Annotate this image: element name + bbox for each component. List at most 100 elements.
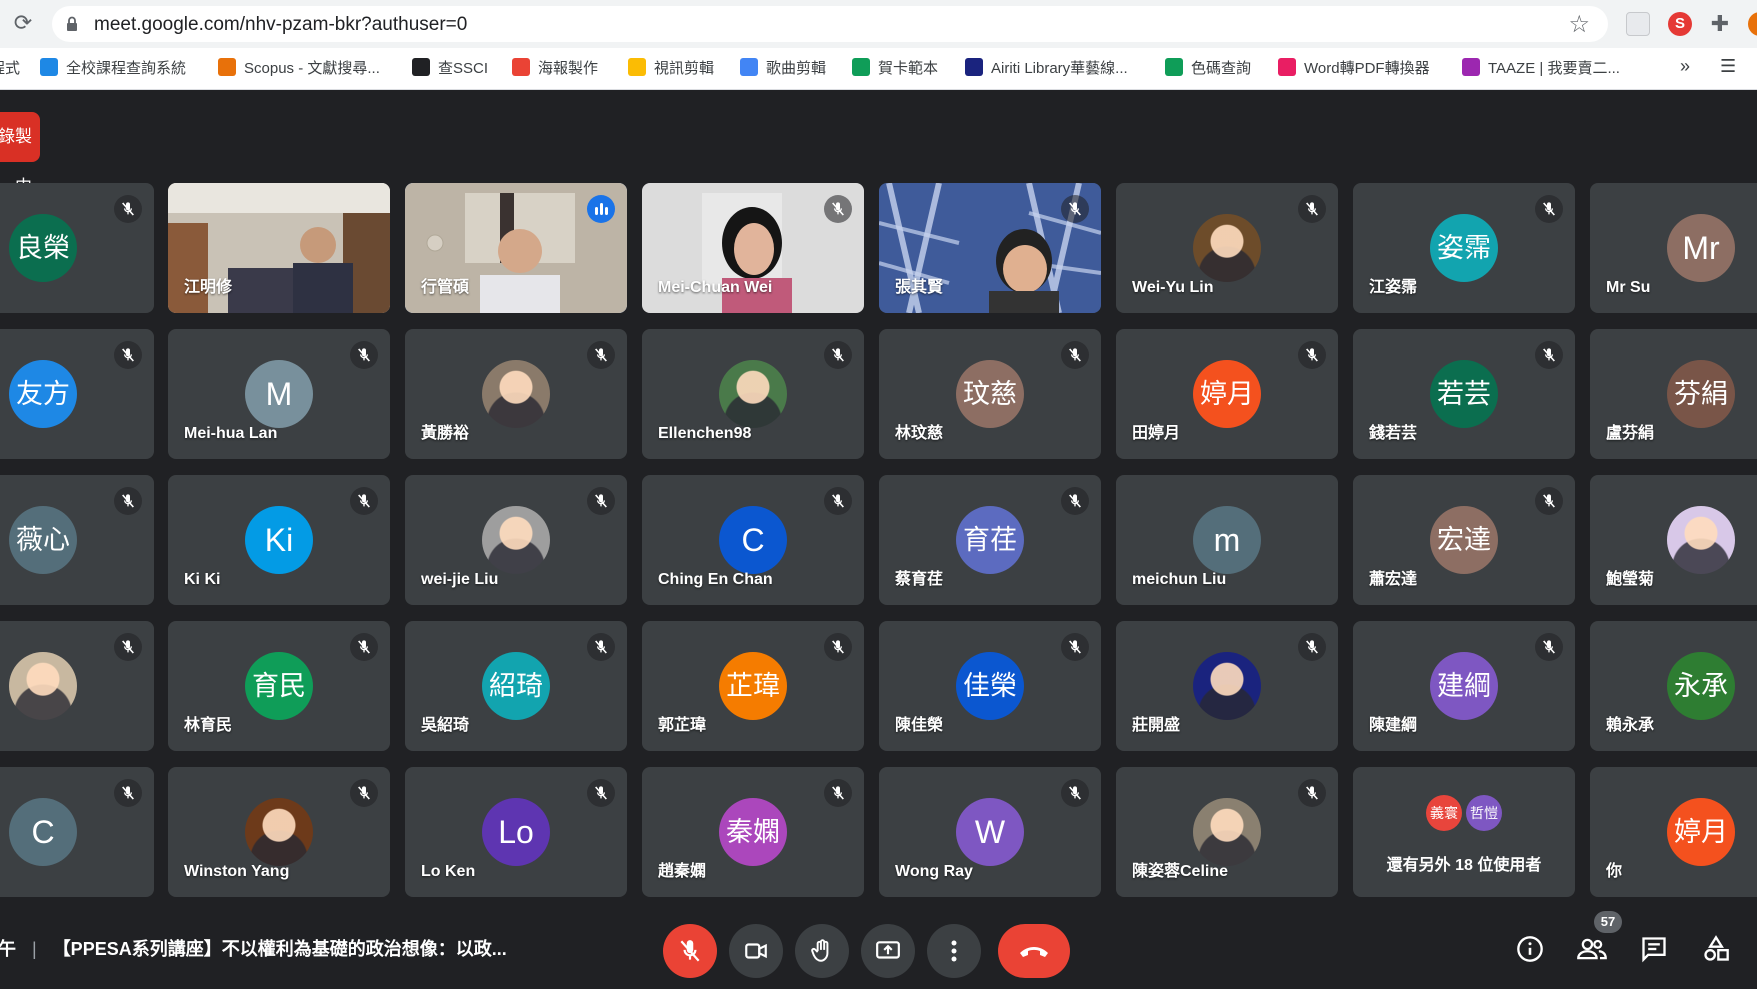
participant-tile[interactable]: wei-jie Liu (405, 475, 627, 605)
participant-tile[interactable]: 永承 賴永承 (1590, 621, 1757, 751)
activities-button[interactable] (1696, 929, 1736, 969)
bookmark-favicon-icon (1165, 58, 1183, 76)
bookmark-favicon-icon (628, 58, 646, 76)
avatar-photo (482, 506, 550, 574)
participant-tile[interactable]: 建綱 陳建綱 (1353, 621, 1575, 751)
avatar: Lo (482, 798, 550, 866)
extension-s-icon[interactable]: S (1668, 12, 1692, 36)
participant-tile[interactable]: M Mei-hua Lan (168, 329, 390, 459)
participant-tile[interactable]: 江明修 (168, 183, 390, 313)
participant-tile[interactable]: 若芸 錢若芸 (1353, 329, 1575, 459)
bookmark-item[interactable]: 海報製作 (512, 57, 598, 81)
bookmark-label: 色碼查詢 (1191, 60, 1252, 77)
bookmarks-bar: 程式 全校課程查詢系統 Scopus - 文獻搜尋... 查SSCI 海報製作 視訊剪輯 歌… (0, 48, 1757, 90)
bookmark-favicon-icon (740, 58, 758, 76)
mic-muted-icon (587, 487, 615, 515)
participant-tile[interactable]: 陳姿蓉Celine (1116, 767, 1338, 897)
participant-name: Ellenchen98 (658, 425, 752, 442)
reading-list-icon[interactable]: ☰ (1720, 56, 1736, 77)
bookmark-item[interactable]: 全校課程查詢系統 (40, 57, 186, 81)
bookmark-favicon-icon (965, 58, 983, 76)
bookmark-item[interactable]: 視訊剪輯 (628, 57, 714, 81)
bookmarks-overflow-button[interactable]: » (1680, 56, 1690, 77)
bookmark-item[interactable]: Airiti Library華藝線... (965, 57, 1128, 81)
participant-tile[interactable]: 玟慈 林玟慈 (879, 329, 1101, 459)
participant-tile[interactable]: 紹琦 吳紹琦 (405, 621, 627, 751)
people-icon (1577, 938, 1607, 960)
participant-tile[interactable]: 婷月你 (1590, 767, 1757, 897)
participant-name: 陳佳榮 (895, 717, 944, 734)
participant-tile[interactable]: Ki Ki Ki (168, 475, 390, 605)
raise-hand-button[interactable] (795, 924, 849, 978)
mic-muted-icon (1298, 633, 1326, 661)
bookmark-item[interactable]: 歌曲剪輯 (740, 57, 826, 81)
bookmark-item[interactable]: 賀卡範本 (852, 57, 938, 81)
leave-call-button[interactable] (998, 924, 1070, 978)
mic-muted-icon (1298, 779, 1326, 807)
participant-tile[interactable]: 婷月 田婷月 (1116, 329, 1338, 459)
participant-tile[interactable]: m meichun Liu (1116, 475, 1338, 605)
meeting-details-button[interactable] (1510, 929, 1550, 969)
participant-tile[interactable]: Mr Mr Su (1590, 183, 1757, 313)
participant-tile[interactable]: 宏達 蕭宏達 (1353, 475, 1575, 605)
mic-muted-icon (114, 633, 142, 661)
meeting-time: 午 (0, 939, 16, 959)
participant-tile[interactable]: 姿霈 江姿霈 (1353, 183, 1575, 313)
present-screen-button[interactable] (861, 924, 915, 978)
participant-tile[interactable]: 芬絹 盧芬絹 (1590, 329, 1757, 459)
extension-smallpdf-icon[interactable] (1626, 12, 1650, 36)
bookmark-item[interactable]: 查SSCI (412, 57, 488, 81)
participant-tile[interactable]: 佳榮 陳佳榮 (879, 621, 1101, 751)
extensions-puzzle-icon[interactable]: ✚ (1708, 12, 1732, 36)
bookmark-item[interactable]: Scopus - 文獻搜尋... (218, 57, 380, 81)
participant-tile[interactable]: Mei-Chuan Wei (642, 183, 864, 313)
participant-tile[interactable]: C Ching En Chan (642, 475, 864, 605)
meeting-info: 午 | 【PPESA系列講座】不以權利為基礎的政治想像：以政... (0, 935, 507, 961)
participants-button[interactable] (1572, 929, 1612, 969)
mic-muted-icon (1061, 487, 1089, 515)
mic-muted-icon (824, 487, 852, 515)
participant-tile[interactable]: 育荏 蔡育荏 (879, 475, 1101, 605)
avatar: 玟慈 (956, 360, 1024, 428)
bookmark-item[interactable]: Word轉PDF轉換器 (1278, 57, 1430, 81)
address-bar[interactable]: meet.google.com/nhv-pzam-bkr?authuser=0 … (52, 6, 1608, 42)
reload-icon[interactable]: ⟳ (10, 10, 36, 36)
participant-tile[interactable]: Ellenchen98 (642, 329, 864, 459)
participant-tile[interactable]: 莊開盛 (1116, 621, 1338, 751)
participant-tile[interactable]: Cl Lu (0, 767, 154, 897)
camera-off-button[interactable] (729, 924, 783, 978)
participant-tile[interactable]: 行管碩 (405, 183, 627, 313)
bookmark-item[interactable]: 色碼查詢 (1165, 57, 1251, 81)
mic-off-button[interactable] (663, 924, 717, 978)
bookmark-favicon-icon (1278, 58, 1296, 76)
profile-avatar[interactable] (1748, 12, 1757, 36)
participant-tile[interactable]: 張其賢 (879, 183, 1101, 313)
participant-name: 張其賢 (895, 279, 944, 296)
participant-tile[interactable]: 秦嫻 趙秦嫻 (642, 767, 864, 897)
bookmark-label: Airiti Library華藝線... (991, 60, 1128, 77)
chat-button[interactable] (1634, 929, 1674, 969)
participant-tile[interactable]: 薇心 (0, 475, 154, 605)
participant-name: 陳建綱 (1369, 717, 1418, 734)
participant-tile[interactable]: 黃勝裕 (405, 329, 627, 459)
more-options-button[interactable] (927, 924, 981, 978)
participant-name: 林育民 (184, 717, 233, 734)
participant-tile[interactable]: Lo Lo Ken (405, 767, 627, 897)
avatar: 若芸 (1430, 360, 1498, 428)
participant-tile[interactable]: W Wong Ray (879, 767, 1101, 897)
bookmark-label: 查SSCI (438, 60, 489, 77)
participant-tile[interactable]: 良榮 (0, 183, 154, 313)
participant-tile[interactable]: 育民 林育民 (168, 621, 390, 751)
bookmark-star-icon[interactable]: ☆ (1568, 10, 1590, 39)
meeting-title[interactable]: 【PPESA系列講座】不以權利為基礎的政治想像：以政... (53, 939, 507, 959)
participant-tile[interactable]: 鮑瑩菊 (1590, 475, 1757, 605)
participant-tile[interactable]: Wei-Yu Lin (1116, 183, 1338, 313)
participant-tile[interactable]: 友方 (0, 329, 154, 459)
bookmark-item[interactable]: TAAZE | 我要賣二... (1462, 57, 1620, 81)
participant-name: 蕭宏達 (1369, 571, 1418, 588)
bookmark-item[interactable]: 程式 (0, 57, 20, 81)
participant-tile[interactable] (0, 621, 154, 751)
others-tile[interactable]: 義寰 哲愷 還有另外 18 位使用者 (1353, 767, 1575, 897)
participant-tile[interactable]: 芷瑋 郭芷瑋 (642, 621, 864, 751)
participant-tile[interactable]: Winston Yang (168, 767, 390, 897)
